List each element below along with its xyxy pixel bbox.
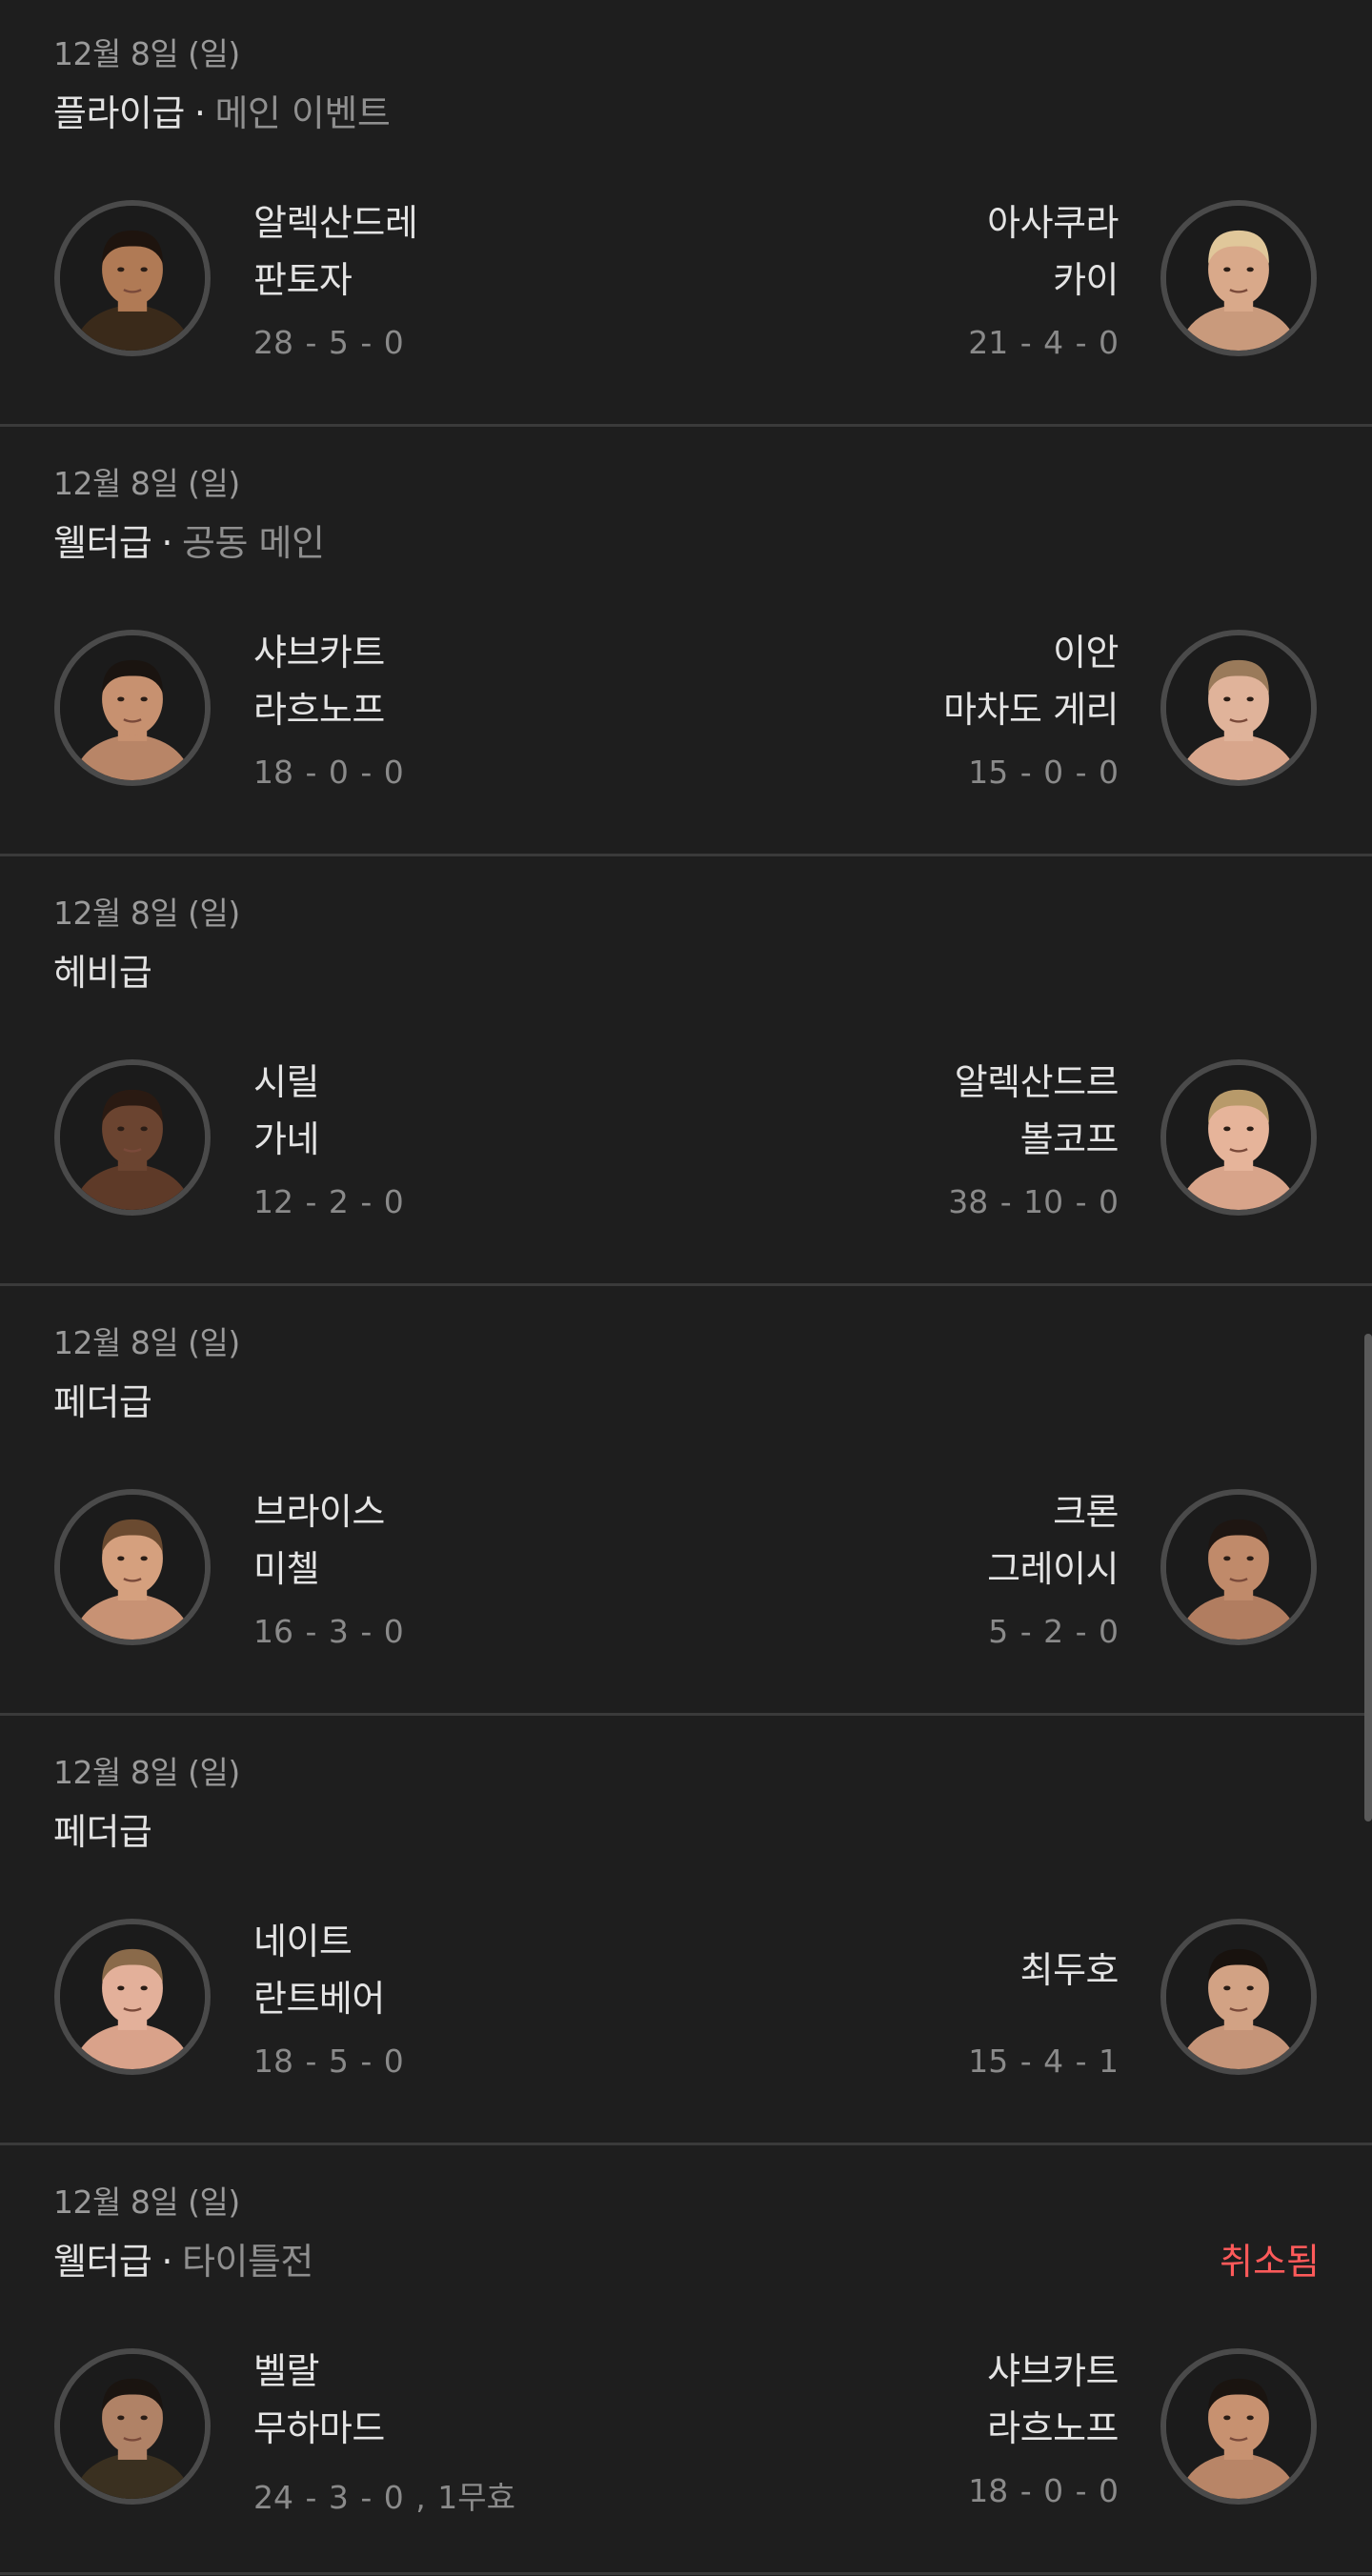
red-fighter-avatar[interactable] [54,1919,211,2075]
fighter-portrait-icon [1166,206,1311,351]
bout-card[interactable]: 12월 8일 (일) 페더급 네이트 란트베어 18 - 5 - 0 최두호 15… [0,1719,1372,2145]
fighter-portrait-icon [60,1495,205,1640]
red-fighter-name[interactable]: 네이트 란트베어 [253,1913,385,2027]
red-fighter-avatar[interactable] [54,1059,211,1216]
bout-title: 웰터급 · 공동 메인 [53,513,325,566]
blue-fighter-record: 15 - 4 - 1 [968,2043,1119,2080]
red-fighter-avatar[interactable] [54,1489,211,1645]
blue-fighter-name[interactable]: 알렉산드르 볼코프 [955,1054,1120,1168]
blue-fighter-record: 21 - 4 - 0 [968,324,1119,361]
blue-fighter-record: 5 - 2 - 0 [988,1613,1119,1650]
cancelled-badge: 취소됨 [1220,2241,1320,2283]
blue-fighter-record: 38 - 10 - 0 [948,1183,1119,1220]
fighter-portrait-icon [1166,635,1311,780]
bout-title: 페더급 [53,1373,152,1425]
red-fighter-record: 12 - 2 - 0 [253,1183,404,1220]
red-fighter-name[interactable]: 알렉산드레 판토자 [253,194,418,309]
fighter-portrait-icon [1166,1495,1311,1640]
red-fighter-name[interactable]: 샤브카트 라흐노프 [253,624,385,738]
fighter-portrait-icon [60,635,205,780]
red-fighter-record: 28 - 5 - 0 [253,324,404,361]
bout-card[interactable]: 12월 8일 (일) 웰터급 · 타이틀전 취소됨 벨랄 무하마드 24 - 3 - … [0,2148,1372,2575]
blue-fighter-name[interactable]: 최두호 [1020,1942,1120,1999]
scrollbar-thumb[interactable] [1364,1334,1372,1821]
fighter-portrait-icon [60,206,205,351]
bout-card[interactable]: 12월 8일 (일) 플라이급 · 메인 이벤트 알렉산드레 판토자 28 - 5 -… [0,0,1372,427]
bout-subtitle: 타이틀전 [181,2241,313,2283]
bout-title: 웰터급 · 타이틀전 [53,2232,313,2284]
bout-subtitle: 메인 이벤트 [214,92,391,134]
red-fighter-record: 24 - 3 - 0 , 1무효 [253,2479,515,2516]
bout-date: 12월 8일 (일) [53,35,240,72]
bout-title: 플라이급 · 메인 이벤트 [53,84,391,136]
bout-date: 12월 8일 (일) [53,2184,240,2221]
blue-fighter-avatar[interactable] [1160,2348,1317,2505]
blue-fighter-name[interactable]: 샤브카트 라흐노프 [987,2343,1119,2457]
bout-card[interactable]: 12월 8일 (일) 페더급 브라이스 미첼 16 - 3 - 0 크론 그레이시 … [0,1289,1372,1716]
bout-card[interactable]: 12월 8일 (일) 헤비급 시릴 가네 12 - 2 - 0 알렉산드르 볼코프 … [0,859,1372,1286]
fighter-portrait-icon [60,2354,205,2499]
weight-class: 페더급 [53,1811,152,1853]
blue-fighter-avatar[interactable] [1160,630,1317,786]
red-fighter-name[interactable]: 벨랄 무하마드 [253,2343,385,2457]
bout-subtitle: 공동 메인 [181,522,325,564]
blue-fighter-name[interactable]: 이안 마차도 게리 [943,624,1119,738]
blue-fighter-name[interactable]: 아사쿠라 카이 [987,194,1119,309]
fighter-portrait-icon [1166,1924,1311,2069]
bout-date: 12월 8일 (일) [53,1754,240,1791]
red-fighter-name[interactable]: 브라이스 미첼 [253,1483,385,1598]
fighter-portrait-icon [1166,1065,1311,1210]
blue-fighter-record: 18 - 0 - 0 [968,2472,1119,2509]
weight-class: 페더급 [53,1381,152,1423]
bout-title: 헤비급 [53,943,152,996]
bout-date: 12월 8일 (일) [53,1324,240,1361]
weight-class: 헤비급 [53,952,152,994]
red-fighter-name[interactable]: 시릴 가네 [253,1054,319,1168]
blue-fighter-avatar[interactable] [1160,1489,1317,1645]
blue-fighter-record: 15 - 0 - 0 [968,754,1119,791]
red-fighter-avatar[interactable] [54,200,211,356]
red-fighter-avatar[interactable] [54,630,211,786]
bout-date: 12월 8일 (일) [53,895,240,932]
separator-dot: · [161,2241,172,2283]
red-fighter-avatar[interactable] [54,2348,211,2505]
bout-card[interactable]: 12월 8일 (일) 웰터급 · 공동 메인 샤브카트 라흐노프 18 - 0 - 0… [0,430,1372,856]
red-fighter-record: 16 - 3 - 0 [253,1613,404,1650]
fighter-portrait-icon [1166,2354,1311,2499]
bout-date: 12월 8일 (일) [53,465,240,502]
weight-class: 웰터급 [53,522,152,564]
blue-fighter-avatar[interactable] [1160,1059,1317,1216]
weight-class: 플라이급 [53,92,185,134]
blue-fighter-avatar[interactable] [1160,1919,1317,2075]
separator-dot: · [161,522,172,564]
red-fighter-record: 18 - 0 - 0 [253,754,404,791]
bout-title: 페더급 [53,1802,152,1855]
fighter-portrait-icon [60,1065,205,1210]
blue-fighter-name[interactable]: 크론 그레이시 [987,1483,1119,1598]
red-fighter-record: 18 - 5 - 0 [253,2043,404,2080]
blue-fighter-avatar[interactable] [1160,200,1317,356]
weight-class: 웰터급 [53,2241,152,2283]
separator-dot: · [193,92,206,134]
fighter-portrait-icon [60,1924,205,2069]
